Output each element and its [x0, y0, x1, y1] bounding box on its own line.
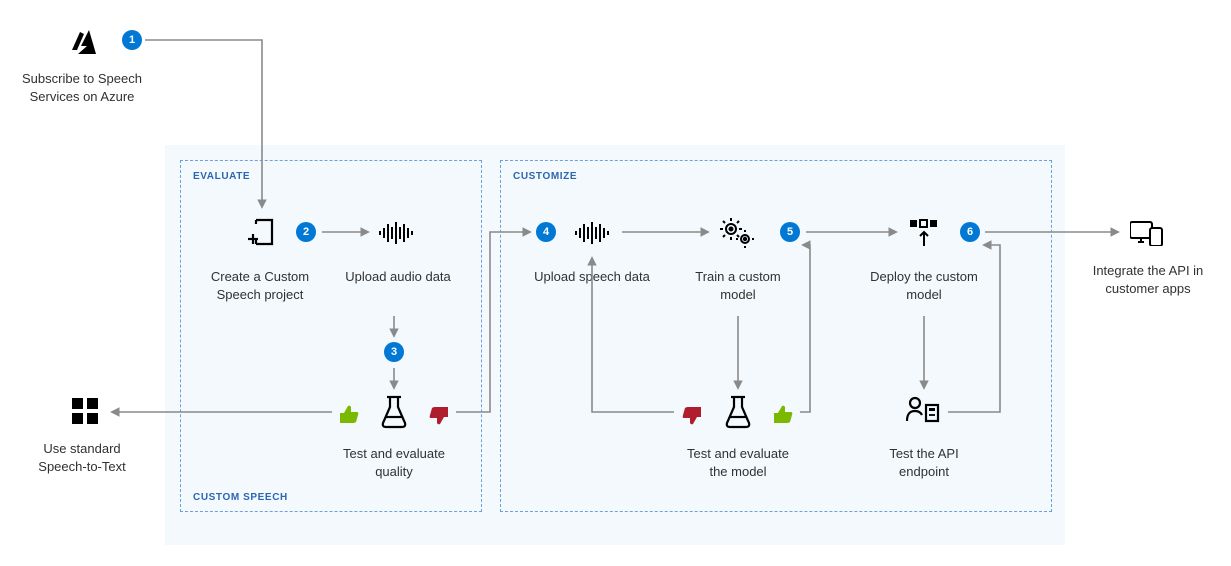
step-badge-2: 2	[296, 222, 316, 242]
gears-icon	[720, 218, 754, 248]
evaluate-title: EVALUATE	[193, 171, 250, 182]
flask-model-icon	[724, 395, 752, 429]
thumbs-up-model-icon	[772, 405, 794, 425]
speech-waveform-icon	[574, 222, 610, 244]
upload-audio-label: Upload audio data	[338, 268, 458, 286]
integrate-label: Integrate the API in customer apps	[1088, 262, 1208, 297]
test-endpoint-label: Test the API endpoint	[864, 445, 984, 480]
step-badge-1: 1	[122, 30, 142, 50]
customize-title: CUSTOMIZE	[513, 171, 577, 182]
deploy-icon	[908, 218, 940, 248]
custom-speech-title: CUSTOM SPEECH	[193, 492, 288, 503]
user-app-icon	[906, 395, 940, 425]
thumbs-up-icon	[338, 405, 360, 425]
step-badge-5: 5	[780, 222, 800, 242]
step-badge-6: 6	[960, 222, 980, 242]
new-project-icon	[246, 218, 276, 248]
thumbs-down-model-icon	[681, 405, 703, 425]
audio-waveform-icon	[378, 222, 414, 244]
devices-icon	[1130, 220, 1164, 246]
step-badge-4: 4	[536, 222, 556, 242]
deploy-model-label: Deploy the custom model	[864, 268, 984, 303]
use-standard-label: Use standard Speech-to-Text	[22, 440, 142, 475]
subscribe-label: Subscribe to Speech Services on Azure	[22, 70, 142, 105]
flask-icon	[380, 395, 408, 429]
test-quality-label: Test and evaluate quality	[334, 445, 454, 480]
train-model-label: Train a custom model	[678, 268, 798, 303]
upload-speech-label: Upload speech data	[532, 268, 652, 286]
create-project-label: Create a Custom Speech project	[200, 268, 320, 303]
test-model-label: Test and evaluate the model	[678, 445, 798, 480]
thumbs-down-icon	[428, 405, 450, 425]
azure-logo-icon	[72, 30, 102, 54]
windows-logo-icon	[72, 398, 98, 424]
step-badge-3: 3	[384, 342, 404, 362]
